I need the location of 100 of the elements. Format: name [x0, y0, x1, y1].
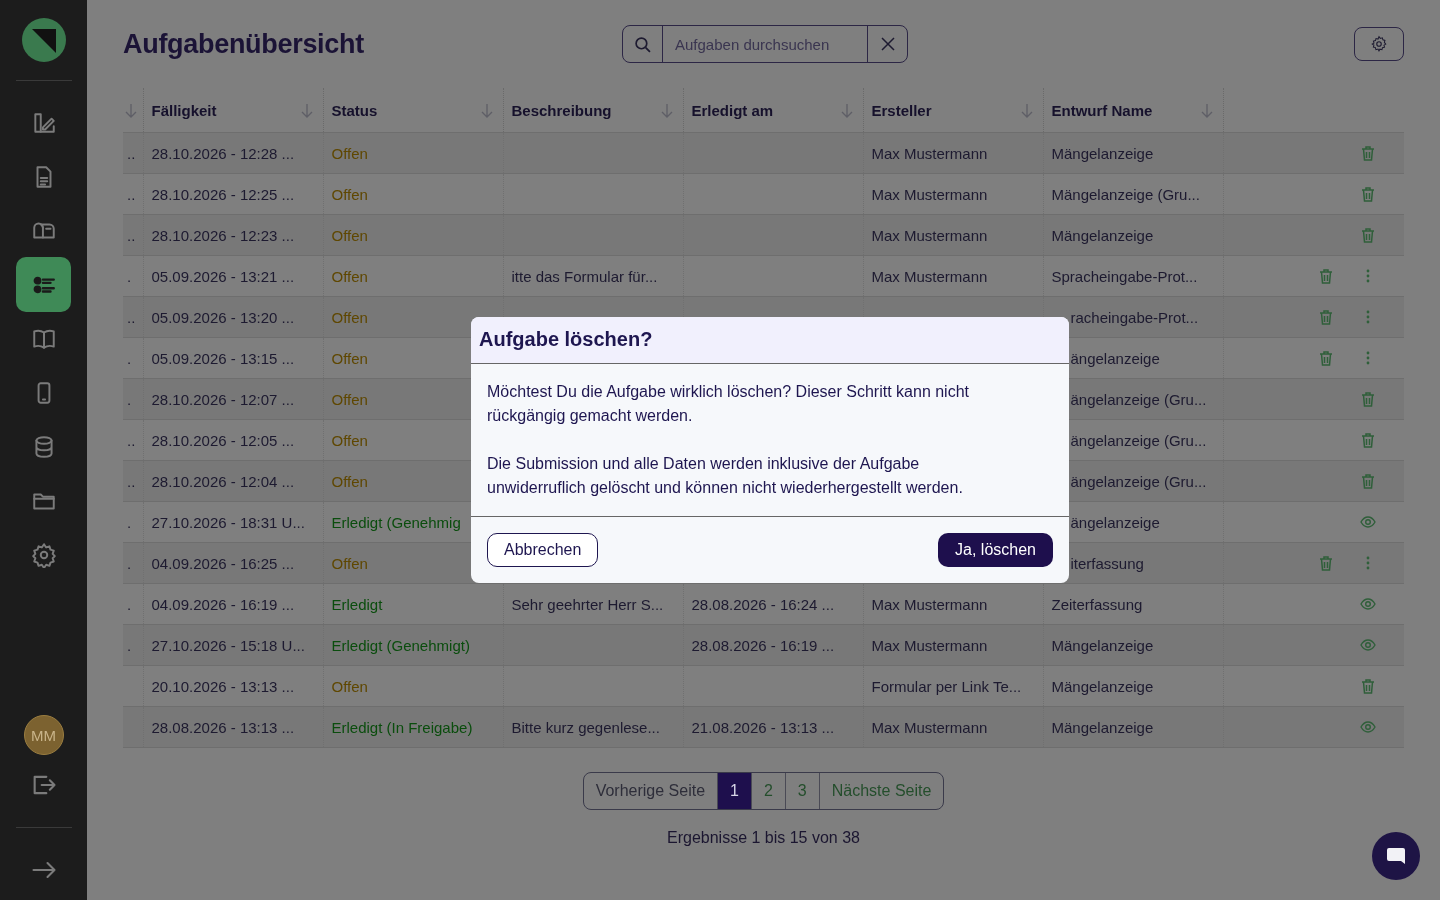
status-text: Erledigt (Genehmig — [331, 513, 461, 531]
status-text: Erledigt — [331, 595, 383, 613]
status-text: Offen — [331, 390, 368, 408]
search-icon — [634, 35, 651, 53]
table-cell: racheingabe-Prot... — [1070, 308, 1199, 326]
user-avatar[interactable]: MM — [23, 715, 64, 755]
sort-icon[interactable] — [1020, 103, 1033, 119]
table-cell: .. — [127, 431, 136, 449]
sort-icon[interactable] — [840, 103, 853, 119]
dialog-text: Möchtest Du die Aufgabe wirklich löschen? Dieser Schritt kann nicht rückgängig gemacht werden. — [487, 382, 970, 426]
table-cell: 28.08.2026 - 13:13 ... — [151, 718, 295, 736]
table-cell: 20.10.2026 - 13:13 ... — [151, 677, 295, 695]
table-cell: .. — [127, 226, 136, 244]
sort-icon[interactable] — [1200, 103, 1213, 119]
table-cell: . — [127, 390, 132, 408]
status-text: Offen — [331, 677, 368, 695]
column-header[interactable]: Ersteller — [871, 101, 932, 119]
close-icon — [879, 36, 896, 52]
column-header[interactable]: Status — [331, 101, 378, 119]
status-text: Offen — [331, 472, 368, 490]
next-page-button[interactable]: Nächste Seite — [818, 773, 944, 809]
trash-icon[interactable] — [1360, 186, 1376, 202]
table-cell: Sehr geehrter Herr S... — [511, 595, 664, 613]
table-cell: Max Mustermann — [871, 636, 988, 654]
table-cell: Bitte kurz gegenlese... — [511, 718, 660, 736]
table-cell: Max Mustermann — [871, 595, 988, 613]
table-cell: ängelanzeige — [1070, 513, 1160, 531]
confirm-delete-button[interactable]: Ja, löschen — [938, 533, 1053, 567]
sort-icon[interactable] — [660, 103, 673, 119]
sort-icon[interactable] — [124, 103, 137, 119]
settings-icon — [1370, 35, 1388, 53]
sort-icon[interactable] — [480, 103, 493, 119]
table-cell: 05.09.2026 - 13:15 ... — [151, 349, 295, 367]
table-cell: 28.10.2026 - 12:05 ... — [151, 431, 295, 449]
status-text: Erledigt (In Freigabe) — [331, 718, 473, 736]
status-text: Offen — [331, 226, 368, 244]
results-text: Ergebnisse 1 bis 15 von 38 — [666, 829, 861, 847]
table-cell: .. — [127, 185, 136, 203]
table-cell: 27.10.2026 - 18:31 U... — [151, 513, 305, 531]
logo-icon[interactable] — [21, 18, 66, 62]
table-cell: . — [127, 636, 132, 654]
page-button[interactable]: 2 — [750, 773, 785, 809]
table-cell: Max Mustermann — [871, 267, 988, 285]
column-header[interactable]: Beschreibung — [511, 101, 612, 119]
table-cell: Mängelanzeige — [1051, 226, 1154, 244]
table-cell: 28.10.2026 - 12:23 ... — [151, 226, 295, 244]
page-button[interactable]: 3 — [784, 773, 819, 809]
cancel-button[interactable]: Abbrechen — [487, 533, 599, 567]
table-cell: . — [127, 513, 132, 531]
table-cell: itte das Formular für... — [511, 267, 658, 285]
chat-button[interactable] — [1372, 832, 1420, 880]
table-cell: Mängelanzeige — [1051, 144, 1154, 162]
table-cell: 28.10.2026 - 12:28 ... — [151, 144, 295, 162]
table-cell: ängelanzeige (Gru... — [1070, 431, 1207, 449]
table-cell: 28.08.2026 - 16:24 ... — [691, 595, 835, 613]
trash-icon[interactable] — [1360, 145, 1376, 161]
status-text: Offen — [331, 554, 368, 572]
status-text: Offen — [331, 431, 368, 449]
trash-icon[interactable] — [1360, 432, 1376, 448]
table-cell: . — [127, 595, 132, 613]
trash-icon[interactable] — [1318, 309, 1334, 325]
settings-button[interactable] — [1354, 27, 1404, 61]
search-field[interactable]: Aufgaben durchsuchen — [663, 26, 867, 62]
column-header[interactable]: Fälligkeit — [151, 101, 217, 119]
table-cell: Mängelanzeige — [1051, 718, 1154, 736]
column-header[interactable]: Erledigt am — [691, 101, 774, 119]
trash-icon[interactable] — [1360, 678, 1376, 694]
table-cell: ängelanzeige — [1070, 349, 1160, 367]
table-cell: 28.10.2026 - 12:25 ... — [151, 185, 295, 203]
previous-page-button[interactable]: Vorherige Seite — [583, 773, 718, 809]
table-cell: Max Mustermann — [871, 185, 988, 203]
table-cell: Mängelanzeige (Gru... — [1051, 185, 1200, 203]
table-cell: ängelanzeige (Gru... — [1070, 390, 1207, 408]
trash-icon[interactable] — [1318, 350, 1334, 366]
table-cell: 28.08.2026 - 16:19 ... — [691, 636, 835, 654]
eye-icon[interactable] — [1360, 719, 1376, 735]
sort-icon[interactable] — [300, 103, 313, 119]
table-cell: . — [127, 554, 132, 572]
status-text: Erledigt (Genehmigt) — [331, 636, 470, 654]
table-cell: 28.10.2026 - 12:04 ... — [151, 472, 295, 490]
trash-icon[interactable] — [1360, 473, 1376, 489]
status-text: Offen — [331, 267, 368, 285]
table-cell: .. — [127, 472, 136, 490]
dialog-text: Die Submission und alle Daten werden inklusive der Aufgabe unwiderruflich gelöscht und können nicht wiederhergestellt werden. — [487, 454, 964, 498]
trash-icon[interactable] — [1318, 555, 1334, 571]
eye-icon[interactable] — [1360, 514, 1376, 530]
trash-icon[interactable] — [1360, 391, 1376, 407]
trash-icon[interactable] — [1360, 227, 1376, 243]
table-cell: iterfassung — [1070, 554, 1144, 572]
sidebar-item[interactable] — [16, 257, 71, 312]
column-header[interactable]: Entwurf Name — [1051, 101, 1153, 119]
table-cell: Formular per Link Te... — [871, 677, 1022, 695]
search-bar[interactable]: Aufgaben durchsuchen — [622, 25, 908, 63]
eye-icon[interactable] — [1360, 637, 1376, 653]
table-cell: Zeiterfassung — [1051, 595, 1143, 613]
page-title: Aufgabenübersicht — [123, 28, 365, 60]
page-button[interactable]: 1 — [717, 773, 751, 809]
trash-icon[interactable] — [1318, 268, 1334, 284]
settings-icon — [30, 541, 57, 568]
eye-icon[interactable] — [1360, 596, 1376, 612]
